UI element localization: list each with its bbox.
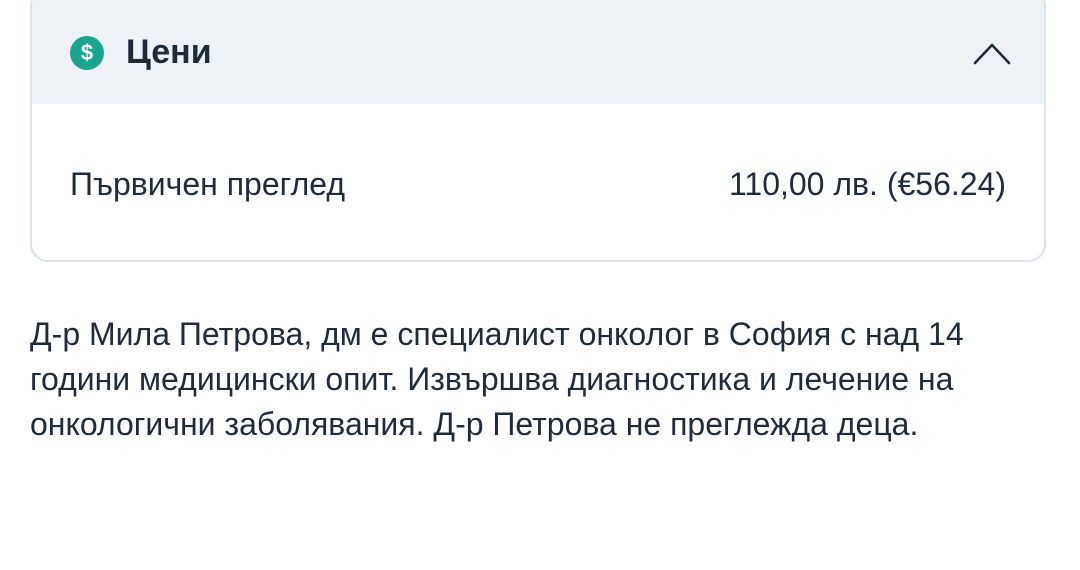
- prices-accordion: $ Цени Първичен преглед 110,00 лв. (€56.…: [30, 0, 1046, 262]
- price-label: Първичен преглед: [70, 166, 346, 202]
- doctor-description: Д-р Мила Петрова, дм е специалист онколо…: [30, 316, 964, 442]
- price-value: 110,00 лв. (€56.24): [728, 166, 1006, 202]
- page: $ Цени Първичен преглед 110,00 лв. (€56.…: [0, 0, 1080, 570]
- dollar-icon: $: [70, 36, 104, 70]
- chevron-up-icon[interactable]: [972, 40, 1012, 66]
- prices-title: Цени: [126, 33, 212, 71]
- price-row: Първичен преглед 110,00 лв. (€56.24): [32, 104, 1044, 260]
- prices-accordion-header[interactable]: $ Цени: [32, 0, 1044, 104]
